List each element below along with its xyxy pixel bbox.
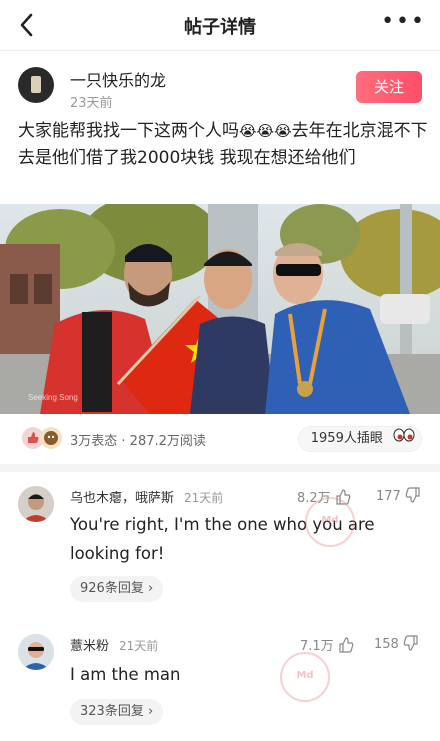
- face-reaction-icon[interactable]: [40, 427, 62, 449]
- thumbs-up-icon: [339, 637, 354, 653]
- insert-eye-button[interactable]: 1959人插眼: [297, 426, 422, 452]
- commenter-name[interactable]: 乌也木瘪，哦萨斯 21天前: [70, 487, 223, 506]
- comment-dislike-button[interactable]: 177: [376, 487, 421, 504]
- view-replies-button[interactable]: 926条回复 ›: [70, 576, 164, 602]
- post-time: 23天前: [70, 96, 113, 111]
- follow-button[interactable]: 关注: [356, 71, 422, 103]
- crying-emoji-icon: 😭: [256, 122, 275, 140]
- comment-time: 21天前: [119, 639, 159, 653]
- thumbs-down-icon: [405, 487, 420, 503]
- author-avatar[interactable]: [18, 67, 54, 103]
- comment-item: 薏米粉 21天前 7.1万 158 I am the man Md 323条回复 …: [0, 630, 440, 730]
- photo-watermark: Seeking Song: [28, 393, 78, 402]
- photo-illustration: Seeking Song: [0, 204, 440, 414]
- reaction-read-counts: 3万表态 · 287.2万阅读: [70, 434, 206, 449]
- dislike-count: 158: [374, 637, 399, 652]
- post-photo[interactable]: Seeking Song: [0, 204, 440, 414]
- watermark-stamp: Md: [305, 497, 355, 547]
- post-body: 大家能帮我找一下这两个人吗😭😭😭去年在北京混不下去是他们借了我2000块钱 我现…: [18, 118, 428, 172]
- section-divider: [0, 464, 440, 472]
- crying-emoji-icon: 😭: [239, 122, 257, 140]
- view-replies-button[interactable]: 323条回复 ›: [70, 699, 164, 725]
- crying-emoji-icon: 😭: [274, 122, 292, 140]
- page-title: 帖子详情: [184, 17, 256, 38]
- comment-item: 乌也木瘪，哦萨斯 21天前 8.2万 177 You're right, I'm …: [0, 482, 440, 610]
- thumbs-down-icon: [403, 635, 418, 651]
- comment-text: I am the man: [70, 665, 181, 684]
- top-bar: 帖子详情 •••: [0, 0, 440, 51]
- watermark-stamp: Md: [280, 652, 330, 702]
- commenter-name[interactable]: 薏米粉 21天前: [70, 635, 158, 654]
- comment-like-button[interactable]: 7.1万: [300, 635, 354, 654]
- eyes-icon: [393, 428, 415, 446]
- commenter-avatar[interactable]: [18, 634, 54, 670]
- post-text-part1: 大家能帮我找一下这两个人吗: [18, 121, 239, 141]
- comment-dislike-button[interactable]: 158: [374, 635, 419, 652]
- post-stats: 3万表态 · 287.2万阅读 1959人插眼: [22, 426, 422, 452]
- more-options-icon[interactable]: •••: [381, 9, 426, 34]
- post-author: 一只快乐的龙 23天前 关注: [18, 67, 422, 113]
- comment-time: 21天前: [184, 491, 224, 505]
- author-name[interactable]: 一只快乐的龙: [70, 67, 166, 91]
- comment-text: You're right, I'm the one who you are lo…: [70, 515, 375, 563]
- commenter-avatar[interactable]: [18, 486, 54, 522]
- insert-count: 1959人插眼: [310, 431, 383, 446]
- dislike-count: 177: [376, 489, 401, 504]
